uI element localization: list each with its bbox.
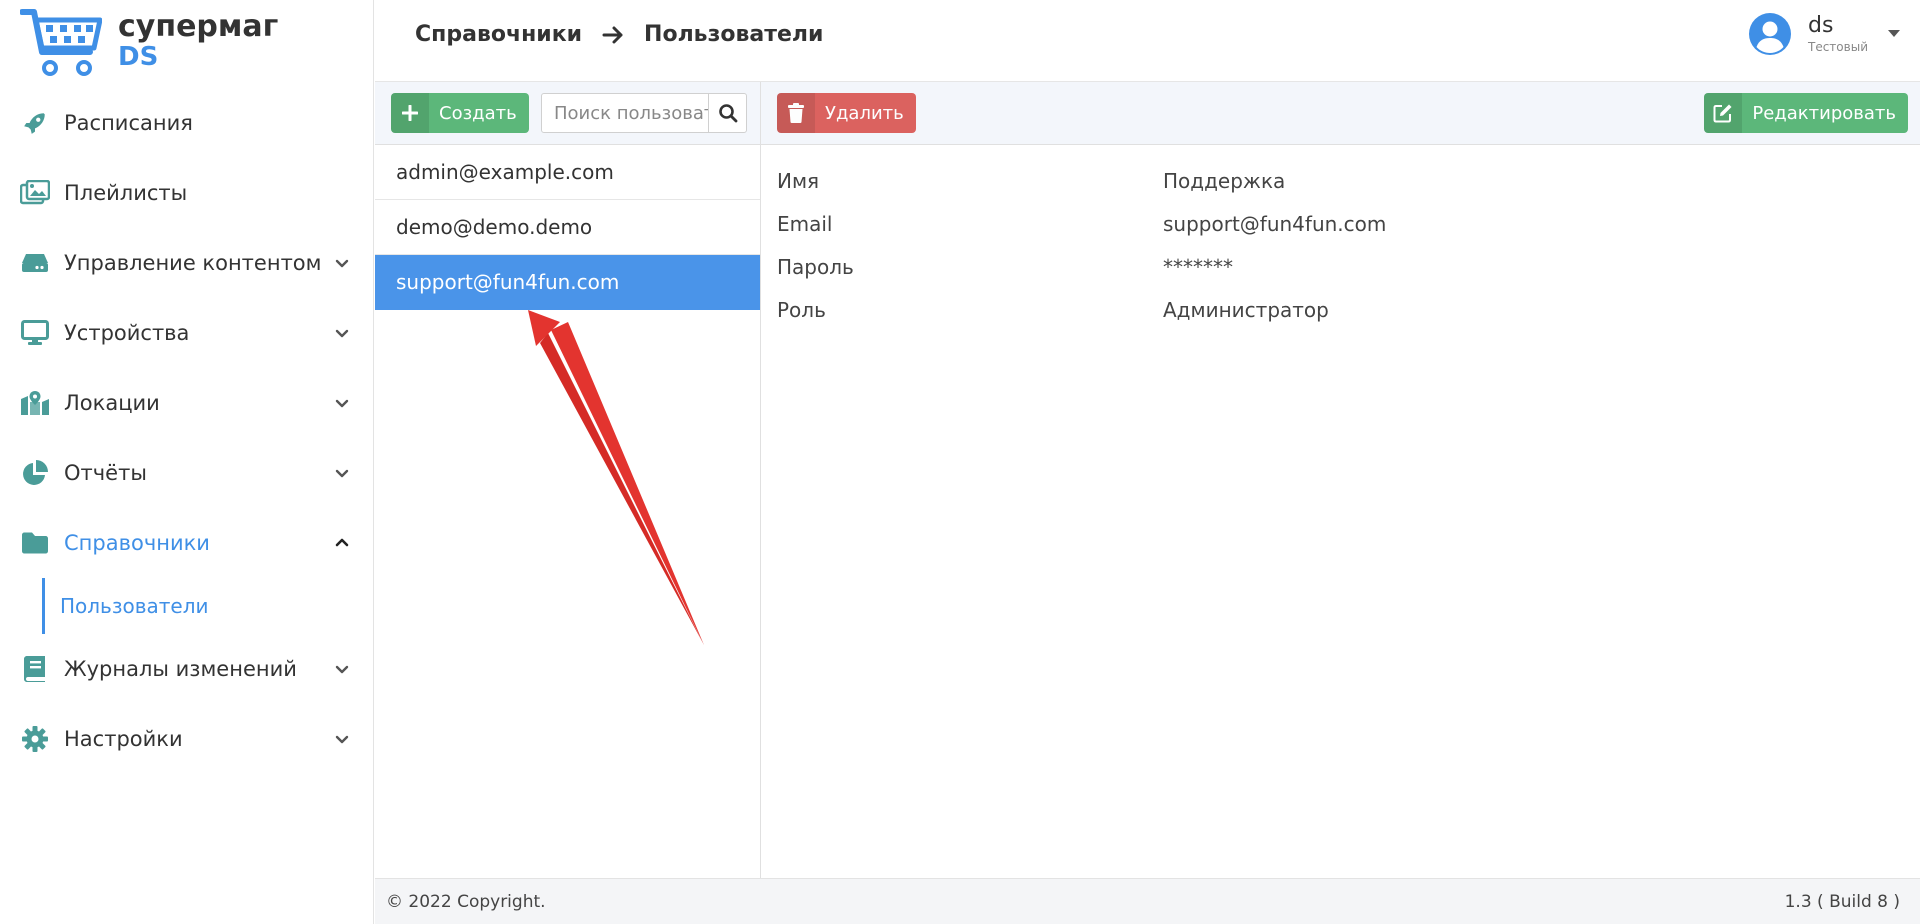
sidebar-item-content-management[interactable]: Управление контентом xyxy=(0,228,374,298)
breadcrumb-item-directories[interactable]: Справочники xyxy=(415,22,582,47)
detail-row-role: Роль Администратор xyxy=(777,288,1920,331)
rocket-icon xyxy=(20,108,50,138)
delete-user-button-label: Удалить xyxy=(825,102,904,124)
footer-version: 1.3 ( Build 8 ) xyxy=(1784,891,1900,912)
sidebar-item-locations[interactable]: Локации xyxy=(0,368,374,438)
delete-user-button[interactable]: Удалить xyxy=(777,93,916,133)
users-list: admin@example.com demo@demo.demo support… xyxy=(375,145,760,310)
detail-key: Роль xyxy=(777,297,826,322)
chevron-down-icon[interactable] xyxy=(334,325,350,341)
create-user-button-label: Создать xyxy=(439,102,517,124)
user-menu[interactable]: ds Тестовый xyxy=(1748,12,1900,56)
trash-icon xyxy=(777,93,815,133)
sidebar-item-label: Плейлисты xyxy=(64,181,188,205)
chevron-down-icon[interactable] xyxy=(334,661,350,677)
user-role: Тестовый xyxy=(1808,39,1868,54)
images-icon xyxy=(20,178,50,208)
shopping-cart-logo-icon xyxy=(20,9,102,76)
map-marked-icon xyxy=(20,388,50,418)
arrow-right-icon xyxy=(602,26,623,43)
detail-key: Email xyxy=(777,211,833,236)
detail-value: Администратор xyxy=(1163,297,1329,322)
logo-subtitle: DS xyxy=(118,42,159,72)
logo[interactable]: супермаг DS xyxy=(20,8,278,80)
sidebar-item-settings[interactable]: Настройки xyxy=(0,704,374,774)
plus-icon xyxy=(391,93,429,133)
breadcrumb-item-users: Пользователи xyxy=(644,22,824,47)
sidebar-item-label: Расписания xyxy=(64,111,193,135)
users-list-toolbar: Создать xyxy=(375,82,760,145)
user-details-panel: Удалить Редактировать Имя Поддержка Emai… xyxy=(761,82,1920,878)
sidebar-item-playlists[interactable]: Плейлисты xyxy=(0,158,374,228)
create-user-button[interactable]: Создать xyxy=(391,93,529,133)
detail-value: ******* xyxy=(1163,254,1233,279)
logo-title: супермаг xyxy=(118,9,279,44)
sidebar-item-label: Локации xyxy=(64,391,160,415)
sidebar-item-directories[interactable]: Справочники xyxy=(0,508,374,578)
sidebar-item-label: Журналы изменений xyxy=(64,657,297,681)
sidebar-item-reports[interactable]: Отчёты xyxy=(0,438,374,508)
sidebar-item-devices[interactable]: Устройства xyxy=(0,298,374,368)
sidebar: супермаг DS Расписания Плейлисты Управле… xyxy=(0,0,374,924)
edit-icon xyxy=(1704,93,1743,133)
sidebar-item-label: Справочники xyxy=(64,531,210,555)
sidebar-item-change-logs[interactable]: Журналы изменений xyxy=(0,634,374,704)
top-header: Справочники Пользователи ds Тестовый xyxy=(375,0,1920,82)
chevron-up-icon[interactable] xyxy=(334,535,350,551)
sidebar-nav: Расписания Плейлисты Управление контенто… xyxy=(0,88,374,774)
chevron-down-icon[interactable] xyxy=(334,465,350,481)
list-item[interactable]: admin@example.com xyxy=(375,145,760,200)
gear-icon xyxy=(20,724,50,754)
detail-row-email: Email support@fun4fun.com xyxy=(777,202,1920,245)
detail-row-password: Пароль ******* xyxy=(777,245,1920,288)
sidebar-item-label: Отчёты xyxy=(64,461,147,485)
sidebar-subitem-users[interactable]: Пользователи xyxy=(42,578,374,634)
detail-key: Имя xyxy=(777,168,820,193)
detail-row-name: Имя Поддержка xyxy=(777,159,1920,202)
hdd-icon xyxy=(20,248,50,278)
chevron-down-icon[interactable] xyxy=(334,731,350,747)
caret-down-icon[interactable] xyxy=(1888,30,1900,38)
edit-user-button[interactable]: Редактировать xyxy=(1704,93,1908,133)
footer: © 2022 Copyright. 1.3 ( Build 8 ) xyxy=(375,878,1920,924)
users-list-panel: Создать admin@example.com demo@demo.demo… xyxy=(375,82,761,878)
edit-user-button-label: Редактировать xyxy=(1752,102,1896,124)
user-avatar-icon xyxy=(1749,13,1791,55)
search-icon xyxy=(718,104,737,123)
user-details-toolbar: Удалить Редактировать xyxy=(761,82,1920,145)
detail-value: support@fun4fun.com xyxy=(1163,211,1387,236)
list-item-selected[interactable]: support@fun4fun.com xyxy=(375,255,760,310)
user-details: Имя Поддержка Email support@fun4fun.com … xyxy=(761,145,1920,331)
chevron-down-icon[interactable] xyxy=(334,395,350,411)
detail-key: Пароль xyxy=(777,254,854,279)
sidebar-item-label: Устройства xyxy=(64,321,190,345)
user-name: ds xyxy=(1808,13,1834,39)
user-search xyxy=(541,93,747,133)
detail-value: Поддержка xyxy=(1163,168,1286,193)
book-icon xyxy=(20,654,50,684)
chevron-down-icon[interactable] xyxy=(334,255,350,271)
search-button[interactable] xyxy=(708,94,746,132)
list-item[interactable]: demo@demo.demo xyxy=(375,200,760,255)
folder-icon xyxy=(20,528,50,558)
breadcrumb: Справочники Пользователи xyxy=(415,22,823,47)
sidebar-item-label: Настройки xyxy=(64,727,183,751)
monitor-icon xyxy=(20,318,50,348)
sidebar-item-schedules[interactable]: Расписания xyxy=(0,88,374,158)
footer-copyright: © 2022 Copyright. xyxy=(386,891,546,912)
user-search-input[interactable] xyxy=(542,94,708,132)
sidebar-subitem-label: Пользователи xyxy=(60,594,209,618)
sidebar-item-label: Управление контентом xyxy=(64,251,322,275)
pie-chart-icon xyxy=(20,458,50,488)
